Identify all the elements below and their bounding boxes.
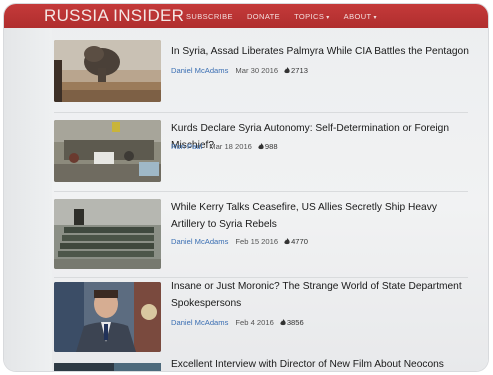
view-count: 3856 [286,318,304,327]
article-title[interactable]: Excellent Interview with Director of New… [171,356,471,371]
view-count: 2713 [291,66,308,75]
nav-donate[interactable]: DONATE [247,12,280,21]
flame-icon [280,319,286,326]
article-thumbnail[interactable] [54,120,161,182]
article-meta: Daniel McAdams Mar 30 2016 2713 [171,66,308,75]
top-navbar: RUSSIA INSIDER SUBSCRIBE DONATE TOPICS ▾ … [4,4,488,28]
view-count: 4770 [291,237,308,246]
flame-icon [284,238,290,245]
flame-icon [284,67,290,74]
nav-topics[interactable]: TOPICS ▾ [294,12,330,21]
nav-about[interactable]: ABOUT ▾ [344,12,377,21]
artillery-shells-photo [54,199,161,269]
divider [54,112,468,113]
view-count: 988 [264,142,278,151]
article-thumbnail[interactable] [54,362,161,371]
chevron-down-icon: ▾ [373,14,377,21]
nav-subscribe[interactable]: SUBSCRIBE [186,12,233,21]
article-title[interactable]: While Kerry Talks Ceasefire, US Allies S… [171,199,471,233]
article-meta: Daniel McAdams Feb 15 2016 4770 [171,237,308,246]
article-date: Mar 18 2016 [209,142,252,151]
article-thumbnail[interactable] [54,199,161,269]
explosion-photo [54,40,161,102]
site-logo[interactable]: RUSSIA INSIDER [44,4,184,28]
street-crowd-photo [54,120,161,182]
article-meta: Daniel McAdams Feb 4 2016 3856 [171,318,304,327]
article-title[interactable]: In Syria, Assad Liberates Palmyra While … [171,43,471,60]
article-thumbnail[interactable] [54,40,161,102]
chevron-down-icon: ▾ [326,14,330,21]
nav-links: SUBSCRIBE DONATE TOPICS ▾ ABOUT ▾ [186,4,391,28]
screen-photo: RUSSIA INSIDER SUBSCRIBE DONATE TOPICS ▾ … [4,4,488,371]
article-date: Mar 30 2016 [235,66,279,75]
author-link[interactable]: Ron Paul [171,142,202,151]
article-date: Feb 4 2016 [235,318,274,327]
spokesperson-photo [54,282,161,352]
left-margin [4,28,52,371]
article-meta: Ron Paul Mar 18 2016 988 [171,142,278,151]
flame-icon [258,143,264,150]
author-link[interactable]: Daniel McAdams [171,66,228,75]
film-still-photo [54,363,161,371]
author-link[interactable]: Daniel McAdams [171,237,228,246]
article-title[interactable]: Insane or Just Moronic? The Strange Worl… [171,278,471,312]
article-thumbnail[interactable] [54,282,161,352]
author-link[interactable]: Daniel McAdams [171,318,228,327]
divider [54,191,468,192]
article-date: Feb 15 2016 [235,237,279,246]
